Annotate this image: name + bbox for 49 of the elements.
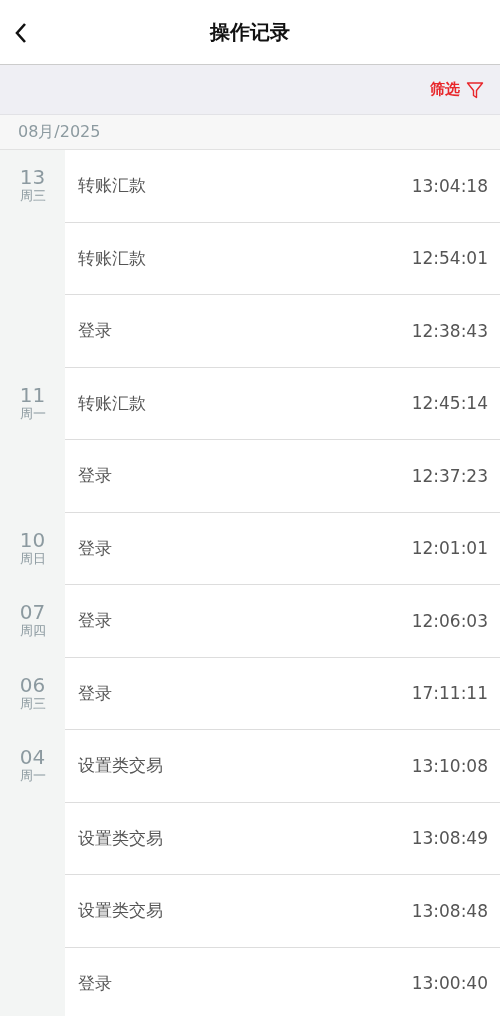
time-label: 12:45:14 [411,393,488,414]
time-label: 13:04:18 [411,175,488,196]
action-label: 登录 [78,536,112,560]
back-icon[interactable] [14,22,28,44]
action-label: 转账汇款 [78,391,146,415]
time-label: 12:06:03 [411,610,488,631]
time-label: 13:08:48 [411,900,488,921]
weekday-label: 周三 [19,695,46,712]
action-label: 登录 [78,464,112,488]
time-label: 12:38:43 [411,320,488,341]
day-number: 06 [19,673,46,696]
record-row[interactable]: 登录 13:00:40 [65,947,500,1016]
record-row[interactable]: 转账汇款 12:54:01 [65,222,500,295]
record-row[interactable]: 登录 12:06:03 [65,585,500,658]
page-title: 操作记录 [210,18,290,46]
action-label: 登录 [78,681,112,705]
time-label: 12:01:01 [411,538,488,559]
weekday-label: 周四 [19,623,46,639]
record-row[interactable]: 转账汇款 13:04:18 [65,150,500,223]
day-number: 07 [19,601,46,623]
time-label: 17:11:11 [411,683,488,704]
month-label: 08月/2025 [18,121,101,143]
day-number: 11 [19,383,46,406]
action-label: 转账汇款 [78,174,146,198]
time-label: 13:10:08 [411,755,488,776]
weekday-label: 周日 [19,550,46,567]
day-number: 04 [19,746,46,768]
time-label: 13:00:40 [411,973,488,994]
record-row[interactable]: 转账汇款 12:45:14 [65,367,500,440]
time-label: 12:54:01 [411,248,488,269]
record-row[interactable]: 设置类交易 13:08:49 [65,802,500,875]
day-number: 13 [19,166,46,188]
action-label: 设置类交易 [78,754,163,778]
record-row[interactable]: 设置类交易 13:10:08 [65,730,500,803]
time-label: 13:08:49 [411,828,488,849]
filter-button[interactable]: 筛选 [430,80,484,99]
record-row[interactable]: 设置类交易 13:08:48 [65,875,500,948]
action-label: 登录 [78,609,112,633]
action-label: 登录 [78,971,112,995]
action-label: 设置类交易 [78,899,163,923]
record-row[interactable]: 登录 12:37:23 [65,440,500,513]
action-label: 登录 [78,319,112,343]
action-label: 设置类交易 [78,826,163,850]
time-label: 12:37:23 [411,465,488,486]
action-label: 转账汇款 [78,246,146,270]
weekday-label: 周三 [19,188,46,204]
filter-icon [466,80,484,99]
day-number: 10 [19,528,46,551]
record-row[interactable]: 登录 12:38:43 [65,295,500,368]
